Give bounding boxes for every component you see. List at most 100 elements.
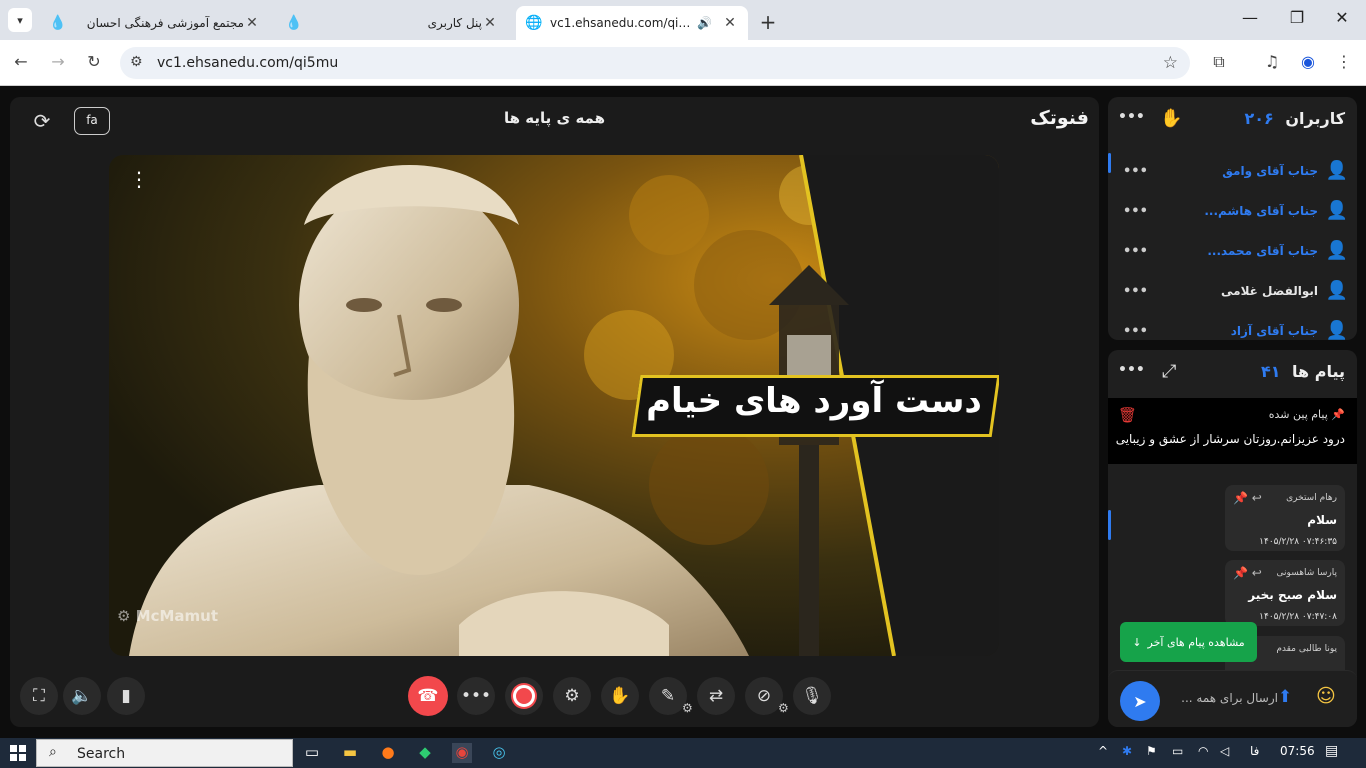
leave-call-button[interactable]: ☎ bbox=[408, 676, 448, 716]
close-window-button[interactable]: ✕ bbox=[1330, 8, 1354, 27]
wifi-icon[interactable]: ◠ bbox=[1198, 744, 1208, 758]
upload-icon[interactable]: ⬆ bbox=[1278, 687, 1292, 707]
task-view-icon[interactable]: ▭ bbox=[302, 743, 322, 763]
user-icon: 👤 bbox=[1325, 320, 1348, 340]
firefox-icon[interactable]: ● bbox=[378, 743, 398, 763]
notifications-icon[interactable]: ▤ bbox=[1325, 743, 1338, 759]
screen-share-button[interactable]: ⇄ bbox=[697, 677, 735, 715]
close-tab-icon[interactable]: ✕ bbox=[244, 15, 260, 31]
security-icon[interactable]: ⚑ bbox=[1146, 744, 1157, 758]
taskbar-search[interactable]: ⌕ Search bbox=[36, 739, 293, 767]
message-sender: پارسا شاهسونی bbox=[1276, 568, 1337, 578]
minimize-button[interactable]: — bbox=[1238, 8, 1262, 27]
send-button[interactable]: ➤ bbox=[1120, 681, 1160, 721]
messages-scroll-indicator[interactable] bbox=[1108, 510, 1111, 540]
expand-icon[interactable]: ⤢ bbox=[1162, 361, 1176, 382]
volume-tray-icon[interactable]: ◁ bbox=[1220, 744, 1229, 758]
video-options-icon[interactable]: ⋮ bbox=[129, 167, 149, 191]
tab-title: vc1.ehsanedu.com/qi5mu bbox=[550, 16, 698, 30]
whiteboard-settings-icon[interactable]: ⚙ bbox=[682, 701, 693, 715]
message-input[interactable] bbox=[1170, 686, 1278, 710]
jump-to-latest-button[interactable]: ↓ مشاهده پیام های آخر bbox=[1120, 622, 1257, 662]
user-icon: 👤 bbox=[1325, 280, 1348, 301]
user-row[interactable]: ••• جناب آقای آزاد 👤 bbox=[1118, 312, 1348, 340]
back-button[interactable]: ← bbox=[10, 52, 32, 74]
pencil-icon: ✎ bbox=[660, 686, 676, 706]
gear-icon: ⚙ bbox=[564, 686, 580, 706]
messages-options-icon[interactable]: ••• bbox=[1118, 362, 1145, 378]
tab-title: پنل کاربری bbox=[427, 16, 482, 30]
bookmark-star-icon[interactable]: ☆ bbox=[1163, 53, 1178, 73]
camera-settings-icon[interactable]: ⚙ bbox=[778, 701, 789, 715]
fullscreen-button[interactable]: ⛶ bbox=[20, 677, 58, 715]
globe-icon: 🌐 bbox=[525, 15, 543, 31]
profile-icon[interactable]: ◉ bbox=[1297, 52, 1319, 74]
more-options-button[interactable]: ••• bbox=[457, 677, 495, 715]
close-tab-icon[interactable]: ✕ bbox=[482, 15, 498, 31]
user-icon: 👤 bbox=[1325, 200, 1348, 221]
tab-ehsan[interactable]: 💧 مجتمع آموزشی فرهنگی احسان ✕ bbox=[40, 6, 270, 40]
raise-hand-button[interactable]: ✋ bbox=[601, 677, 639, 715]
pin-reply-icons[interactable]: 📌 ↩ bbox=[1233, 491, 1262, 505]
user-row[interactable]: ••• جناب آقای محمد... 👤 bbox=[1118, 232, 1348, 272]
drop-icon: 💧 bbox=[285, 15, 303, 31]
users-scroll-indicator[interactable] bbox=[1108, 153, 1111, 173]
chrome-icon[interactable]: ◉ bbox=[452, 743, 472, 763]
user-row[interactable]: ••• ابوالفضل غلامی 👤 bbox=[1118, 272, 1348, 312]
pinned-message: 🗑 پیام پین شده 📌 درود عزیزانم.روزتان سرش… bbox=[1108, 398, 1357, 464]
screen-share-icon: ⇄ bbox=[708, 686, 724, 706]
tab-title: مجتمع آموزشی فرهنگی احسان bbox=[86, 16, 244, 30]
app-icon[interactable]: ◎ bbox=[489, 743, 509, 763]
windows-start-icon[interactable] bbox=[10, 745, 26, 761]
file-explorer-icon[interactable]: ▬ bbox=[340, 743, 360, 763]
site-info-icon[interactable]: ⚙ bbox=[130, 54, 143, 70]
reload-button[interactable]: ↻ bbox=[83, 52, 105, 74]
search-icon: ⌕ bbox=[49, 744, 57, 760]
signal-stats-button[interactable]: ▮ bbox=[107, 677, 145, 715]
users-options-icon[interactable]: ••• bbox=[1118, 109, 1145, 125]
emoji-icon[interactable]: ☺ bbox=[1316, 685, 1336, 707]
extensions-icon[interactable]: ⧉ bbox=[1208, 52, 1230, 74]
windows-taskbar: ⌕ Search ▭ ▬ ● ◆ ◉ ◎ ^ ✱ ⚑ ▭ ◠ ◁ فا 07:5… bbox=[0, 738, 1366, 768]
pinned-label: پیام پین شده 📌 bbox=[1268, 408, 1345, 421]
address-bar[interactable]: ⚙ vc1.ehsanedu.com/qi5mu ☆ bbox=[120, 47, 1190, 79]
battery-icon[interactable]: ▭ bbox=[1172, 744, 1183, 758]
message-sender: یونا طالبی مقدم bbox=[1276, 644, 1337, 654]
close-tab-icon[interactable]: ✕ bbox=[722, 15, 738, 31]
restore-button[interactable]: ❐ bbox=[1285, 8, 1309, 27]
user-options-icon[interactable]: ••• bbox=[1123, 324, 1148, 339]
tab-search-dropdown-icon[interactable]: ▾ bbox=[8, 8, 32, 32]
tab-active-class[interactable]: 🌐 vc1.ehsanedu.com/qi5mu 🔊 ✕ bbox=[516, 6, 748, 40]
volume-button[interactable]: 🔈 bbox=[63, 677, 101, 715]
media-control-icon[interactable]: ♫ bbox=[1261, 52, 1283, 74]
user-options-icon[interactable]: ••• bbox=[1123, 244, 1148, 259]
trash-icon[interactable]: 🗑 bbox=[1118, 406, 1137, 424]
new-tab-button[interactable]: + bbox=[758, 10, 778, 34]
settings-button[interactable]: ⚙ bbox=[553, 677, 591, 715]
user-options-icon[interactable]: ••• bbox=[1123, 164, 1148, 179]
fullscreen-icon: ⛶ bbox=[33, 686, 45, 706]
url-text[interactable]: vc1.ehsanedu.com/qi5mu bbox=[157, 55, 338, 71]
user-options-icon[interactable]: ••• bbox=[1123, 284, 1148, 299]
microphone-button[interactable]: 🎙 bbox=[793, 677, 831, 715]
tray-overflow-icon[interactable]: ^ bbox=[1098, 744, 1108, 758]
menu-kebab-icon[interactable]: ⋮ bbox=[1333, 52, 1355, 74]
pin-reply-icons[interactable]: 📌 ↩ bbox=[1233, 566, 1262, 580]
message-sender: رهام استخری bbox=[1286, 493, 1337, 503]
chat-message: 📌 ↩ پارسا شاهسونی سلام صبح بخیر ۱۴۰۵/۲/۲… bbox=[1225, 560, 1345, 626]
shield-app-icon[interactable]: ◆ bbox=[415, 743, 435, 763]
user-name: ابوالفضل غلامی bbox=[1221, 284, 1318, 298]
user-options-icon[interactable]: ••• bbox=[1123, 204, 1148, 219]
bluetooth-icon[interactable]: ✱ bbox=[1122, 744, 1132, 758]
shared-video[interactable]: ⋮ دست آورد های خیام ⚙ McMamut bbox=[109, 155, 999, 656]
clock[interactable]: 07:56 bbox=[1280, 744, 1315, 758]
user-icon: 👤 bbox=[1325, 160, 1348, 181]
record-button[interactable] bbox=[505, 677, 543, 715]
input-language[interactable]: فا bbox=[1250, 744, 1259, 758]
user-row[interactable]: ••• جناب آقای وامق 👤 bbox=[1118, 152, 1348, 192]
tab-user-panel[interactable]: 💧 پنل کاربری ✕ bbox=[276, 6, 508, 40]
speaker-icon[interactable]: 🔊 bbox=[697, 16, 712, 30]
forward-button[interactable]: → bbox=[47, 52, 69, 74]
user-row[interactable]: ••• جناب آقای هاشم... 👤 bbox=[1118, 192, 1348, 232]
hand-icon[interactable]: ✋ bbox=[1160, 108, 1182, 129]
